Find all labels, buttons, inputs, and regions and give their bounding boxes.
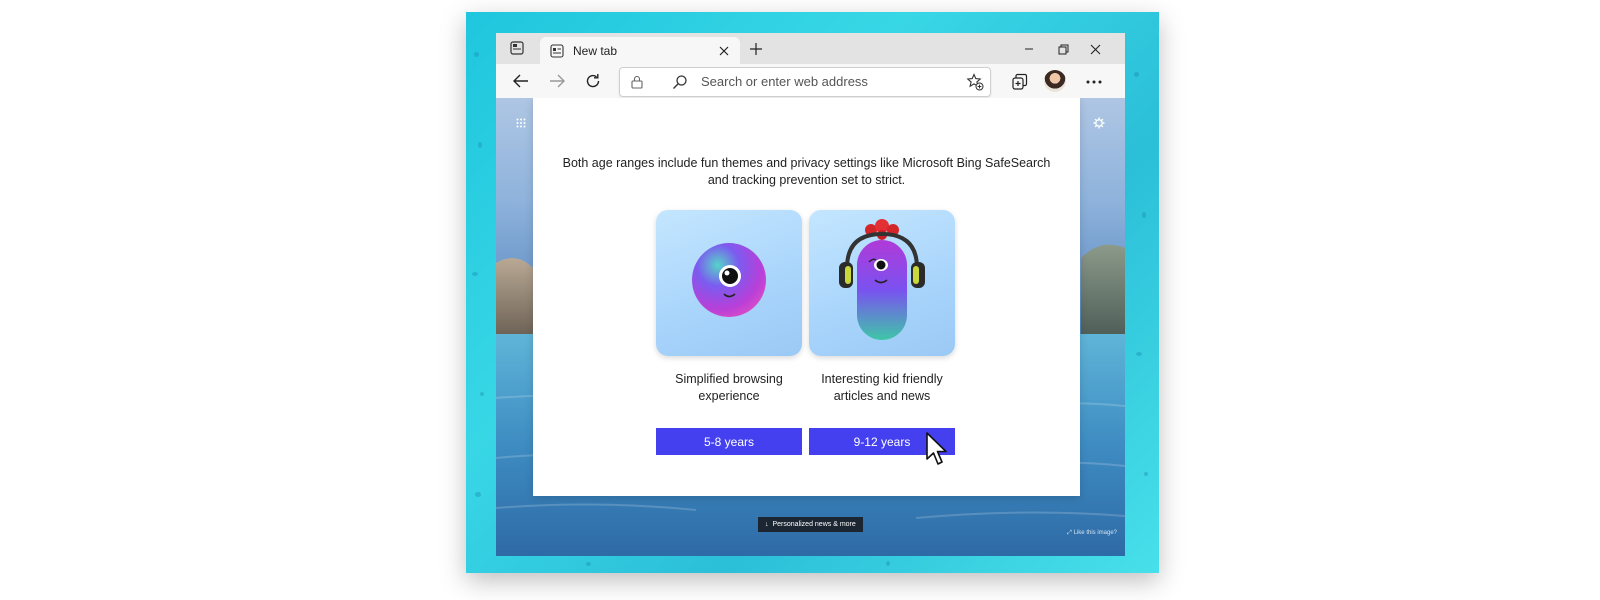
settings-more-button[interactable]: [1083, 71, 1105, 93]
browser-window: New tab Search or enter web address Both…: [496, 33, 1125, 556]
restore-button[interactable]: [1052, 39, 1074, 59]
like-image-link[interactable]: ⤢ Like this image?: [1067, 530, 1117, 537]
avatar[interactable]: [1044, 70, 1066, 92]
kids-mode-age-dialog: Both age ranges include fun themes and p…: [533, 98, 1080, 496]
age-card-9-12[interactable]: [809, 210, 955, 356]
favorite-star-icon: [966, 73, 984, 91]
decorative-frame: New tab Search or enter web address Both…: [466, 12, 1159, 573]
age-5-8-button[interactable]: 5-8 years: [656, 428, 802, 455]
back-arrow-icon: [513, 74, 528, 88]
personalized-news-button[interactable]: ↓ Personalized news & more: [758, 517, 863, 532]
minimize-button[interactable]: [1018, 39, 1040, 59]
address-input[interactable]: Search or enter web address: [701, 74, 868, 89]
tab-title: New tab: [573, 43, 618, 58]
description-line: Both age ranges include fun themes and p…: [562, 156, 1051, 170]
tab-actions-button[interactable]: [508, 39, 526, 57]
caption-line: Interesting kid friendly: [821, 372, 943, 386]
lock-icon: [631, 75, 643, 89]
collections-icon: [1012, 73, 1028, 90]
plus-icon: [750, 43, 762, 55]
like-image-label: Like this image?: [1073, 530, 1117, 536]
tab-actions-icon: [510, 41, 524, 55]
refresh-button[interactable]: [582, 71, 604, 91]
mouse-cursor-icon: [926, 432, 947, 465]
address-bar[interactable]: Search or enter web address: [619, 67, 991, 97]
caption-line: articles and news: [833, 389, 931, 403]
caption-line: experience: [698, 389, 760, 403]
dialog-description: Both age ranges include fun themes and p…: [533, 155, 1080, 189]
new-tab-button[interactable]: [746, 39, 766, 59]
refresh-icon: [586, 74, 600, 88]
tab-new-tab[interactable]: New tab: [540, 37, 740, 64]
age-card-5-8[interactable]: [656, 210, 802, 356]
window-close-button[interactable]: [1084, 39, 1106, 59]
back-button[interactable]: [510, 71, 532, 91]
description-line: and tracking prevention set to strict.: [707, 173, 906, 187]
tab-strip: New tab: [496, 33, 1125, 64]
close-icon: [719, 46, 729, 55]
forward-arrow-icon: [550, 74, 565, 88]
one-eyed-ball-character-illustration: [692, 243, 766, 317]
headphone-character-illustration: [839, 219, 925, 340]
more-icon: [1086, 80, 1102, 84]
forward-button[interactable]: [546, 71, 568, 91]
tab-close-button[interactable]: [714, 41, 734, 61]
gear-icon[interactable]: [1093, 117, 1105, 129]
card-caption-5-8: Simplified browsing experience: [656, 371, 802, 405]
expand-icon: ⤢: [1067, 530, 1072, 536]
minimize-icon: [1025, 48, 1033, 50]
news-pill-label: Personalized news & more: [772, 521, 856, 528]
new-tab-page: Both age ranges include fun themes and p…: [496, 98, 1125, 556]
apps-grid-icon[interactable]: [516, 118, 526, 128]
caption-line: Simplified browsing: [675, 372, 783, 386]
arrow-down-icon: ↓: [765, 521, 769, 528]
card-caption-9-12: Interesting kid friendly articles and ne…: [809, 371, 955, 405]
navigation-toolbar: Search or enter web address: [496, 64, 1125, 99]
restore-icon: [1058, 44, 1068, 54]
collections-button[interactable]: [1009, 71, 1031, 93]
new-tab-page-icon: [550, 43, 564, 58]
window-close-icon: [1090, 44, 1100, 54]
add-favorite-button[interactable]: [966, 73, 984, 96]
search-icon: [673, 75, 687, 89]
